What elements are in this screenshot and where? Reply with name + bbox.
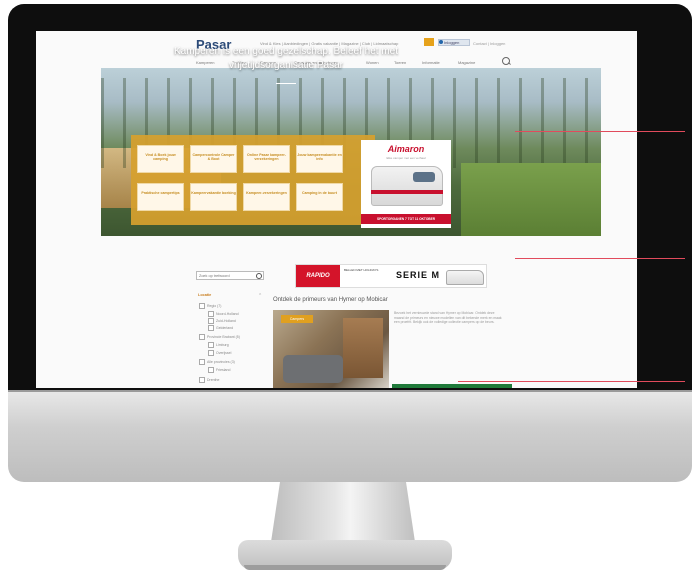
filter-label: Limburg — [216, 342, 229, 347]
quick-link-tile[interactable]: Kampeervakantie boeking — [190, 183, 237, 211]
checkbox[interactable] — [199, 334, 205, 340]
hero-divider — [276, 83, 296, 84]
promo-footer: SPORTORGANEN 7 TOT 11 OKTOBER — [361, 214, 451, 224]
ad-brand: RAPIDO — [296, 265, 340, 287]
checkbox[interactable] — [208, 367, 214, 373]
quick-link-tile[interactable]: Kampeer-verzekeringen — [243, 183, 290, 211]
ad-serie: SERIE M — [396, 270, 441, 280]
topbar-extra-links[interactable]: Contact | Inloggen — [473, 41, 505, 46]
hero-grass — [461, 163, 601, 236]
promo-brand: Aimaron — [387, 144, 425, 154]
checkbox[interactable] — [208, 318, 214, 324]
filter-label: Regio (7) — [207, 303, 222, 308]
filter-item[interactable]: Limburg — [208, 342, 229, 348]
camper-image — [446, 270, 484, 285]
filter-label: Friesland — [216, 367, 231, 372]
filter-item[interactable]: Provincie Brabant (5) — [199, 334, 240, 340]
checkbox[interactable] — [199, 303, 205, 309]
filter-item[interactable]: Regio (7) — [199, 303, 221, 309]
filter-label: Drenthe — [207, 377, 220, 382]
filter-label: Zuid-Holland — [216, 318, 236, 323]
checkbox[interactable] — [199, 377, 205, 383]
quick-link-tile[interactable]: Camping in de buurt — [296, 183, 343, 211]
filter-item[interactable]: Alle provincies (3) — [199, 359, 235, 365]
interior-seat — [283, 355, 343, 383]
quick-link-tile[interactable]: Praktische campertips — [137, 183, 184, 211]
callout-line — [515, 131, 685, 132]
filter-item[interactable]: Drenthe — [199, 377, 219, 383]
filter-label: Gelderland — [216, 325, 234, 330]
checkbox[interactable] — [208, 325, 214, 331]
camper-window — [413, 172, 435, 182]
ad-subtitle: BELLEN MET HOLIDAYS — [344, 268, 379, 272]
quick-link-tile[interactable]: Vind & Boek jouw camping — [137, 145, 184, 173]
chevron-up-icon[interactable]: ⌃ — [258, 294, 262, 299]
monitor-stand-base-edge — [244, 565, 446, 570]
website-screen: Pasar Vind & Kies | Aanbiedingen | Grati… — [36, 31, 637, 388]
checkbox[interactable] — [208, 342, 214, 348]
filter-item[interactable]: Noord-Holland — [208, 311, 239, 317]
filter-item[interactable]: Friesland — [208, 367, 230, 373]
filter-item[interactable]: Zuid-Holland — [208, 318, 236, 324]
sidebar-search-input[interactable]: Zoek op trefwoord — [196, 271, 264, 280]
location-pin-icon — [439, 40, 443, 44]
callout-line — [458, 381, 685, 382]
nav-item[interactable]: Magazine — [458, 60, 475, 65]
filter-item[interactable]: Overijssel — [208, 350, 231, 356]
ad-banner[interactable]: RAPIDO BELLEN MET HOLIDAYS SERIE M — [295, 264, 487, 288]
interior-cabinet — [343, 318, 383, 378]
camper-stripe — [371, 190, 443, 194]
monitor-stand — [271, 482, 415, 542]
filter-label: Overijssel — [216, 350, 232, 355]
callout-line — [515, 258, 685, 259]
checkbox[interactable] — [208, 350, 214, 356]
promo-ad[interactable]: Aimaron Elke camper met een verhaal SPOR… — [361, 140, 451, 228]
filter-label: Provincie Brabant (5) — [207, 334, 240, 339]
hero-title: Kamperen is een goed gezelschap. Beleef … — [173, 46, 399, 71]
quick-link-tile[interactable]: Campercontrole Camper & Boot — [190, 145, 237, 173]
filter-label: Alle provincies (3) — [207, 359, 235, 364]
quick-links-panel: Vind & Boek jouw camping Campercontrole … — [131, 135, 375, 225]
filter-item[interactable]: Gelderland — [208, 325, 233, 331]
monitor-chin — [8, 390, 692, 482]
article-title[interactable]: Ontdek de primeurs van Hymer op Mobicar — [273, 297, 388, 303]
promo-tagline: Elke camper met een verhaal — [386, 156, 426, 160]
filter-label: Noord-Holland — [216, 311, 239, 316]
filter-heading: Locatie — [198, 293, 212, 297]
article-text: Bezoek het vernieuwde stand van Hymer op… — [394, 311, 502, 325]
search-icon[interactable] — [502, 57, 510, 65]
checkbox[interactable] — [199, 359, 205, 365]
article-tag[interactable]: Campers — [281, 315, 313, 323]
green-bar — [392, 384, 512, 388]
checkbox[interactable] — [208, 311, 214, 317]
quick-link-tile[interactable]: Online Pasar kampeer-verzekeringen — [243, 145, 290, 173]
search-icon[interactable] — [256, 273, 262, 279]
monitor-divider — [8, 390, 692, 392]
quick-link-tile[interactable]: Jouw kampeervakantie en info — [296, 145, 343, 173]
